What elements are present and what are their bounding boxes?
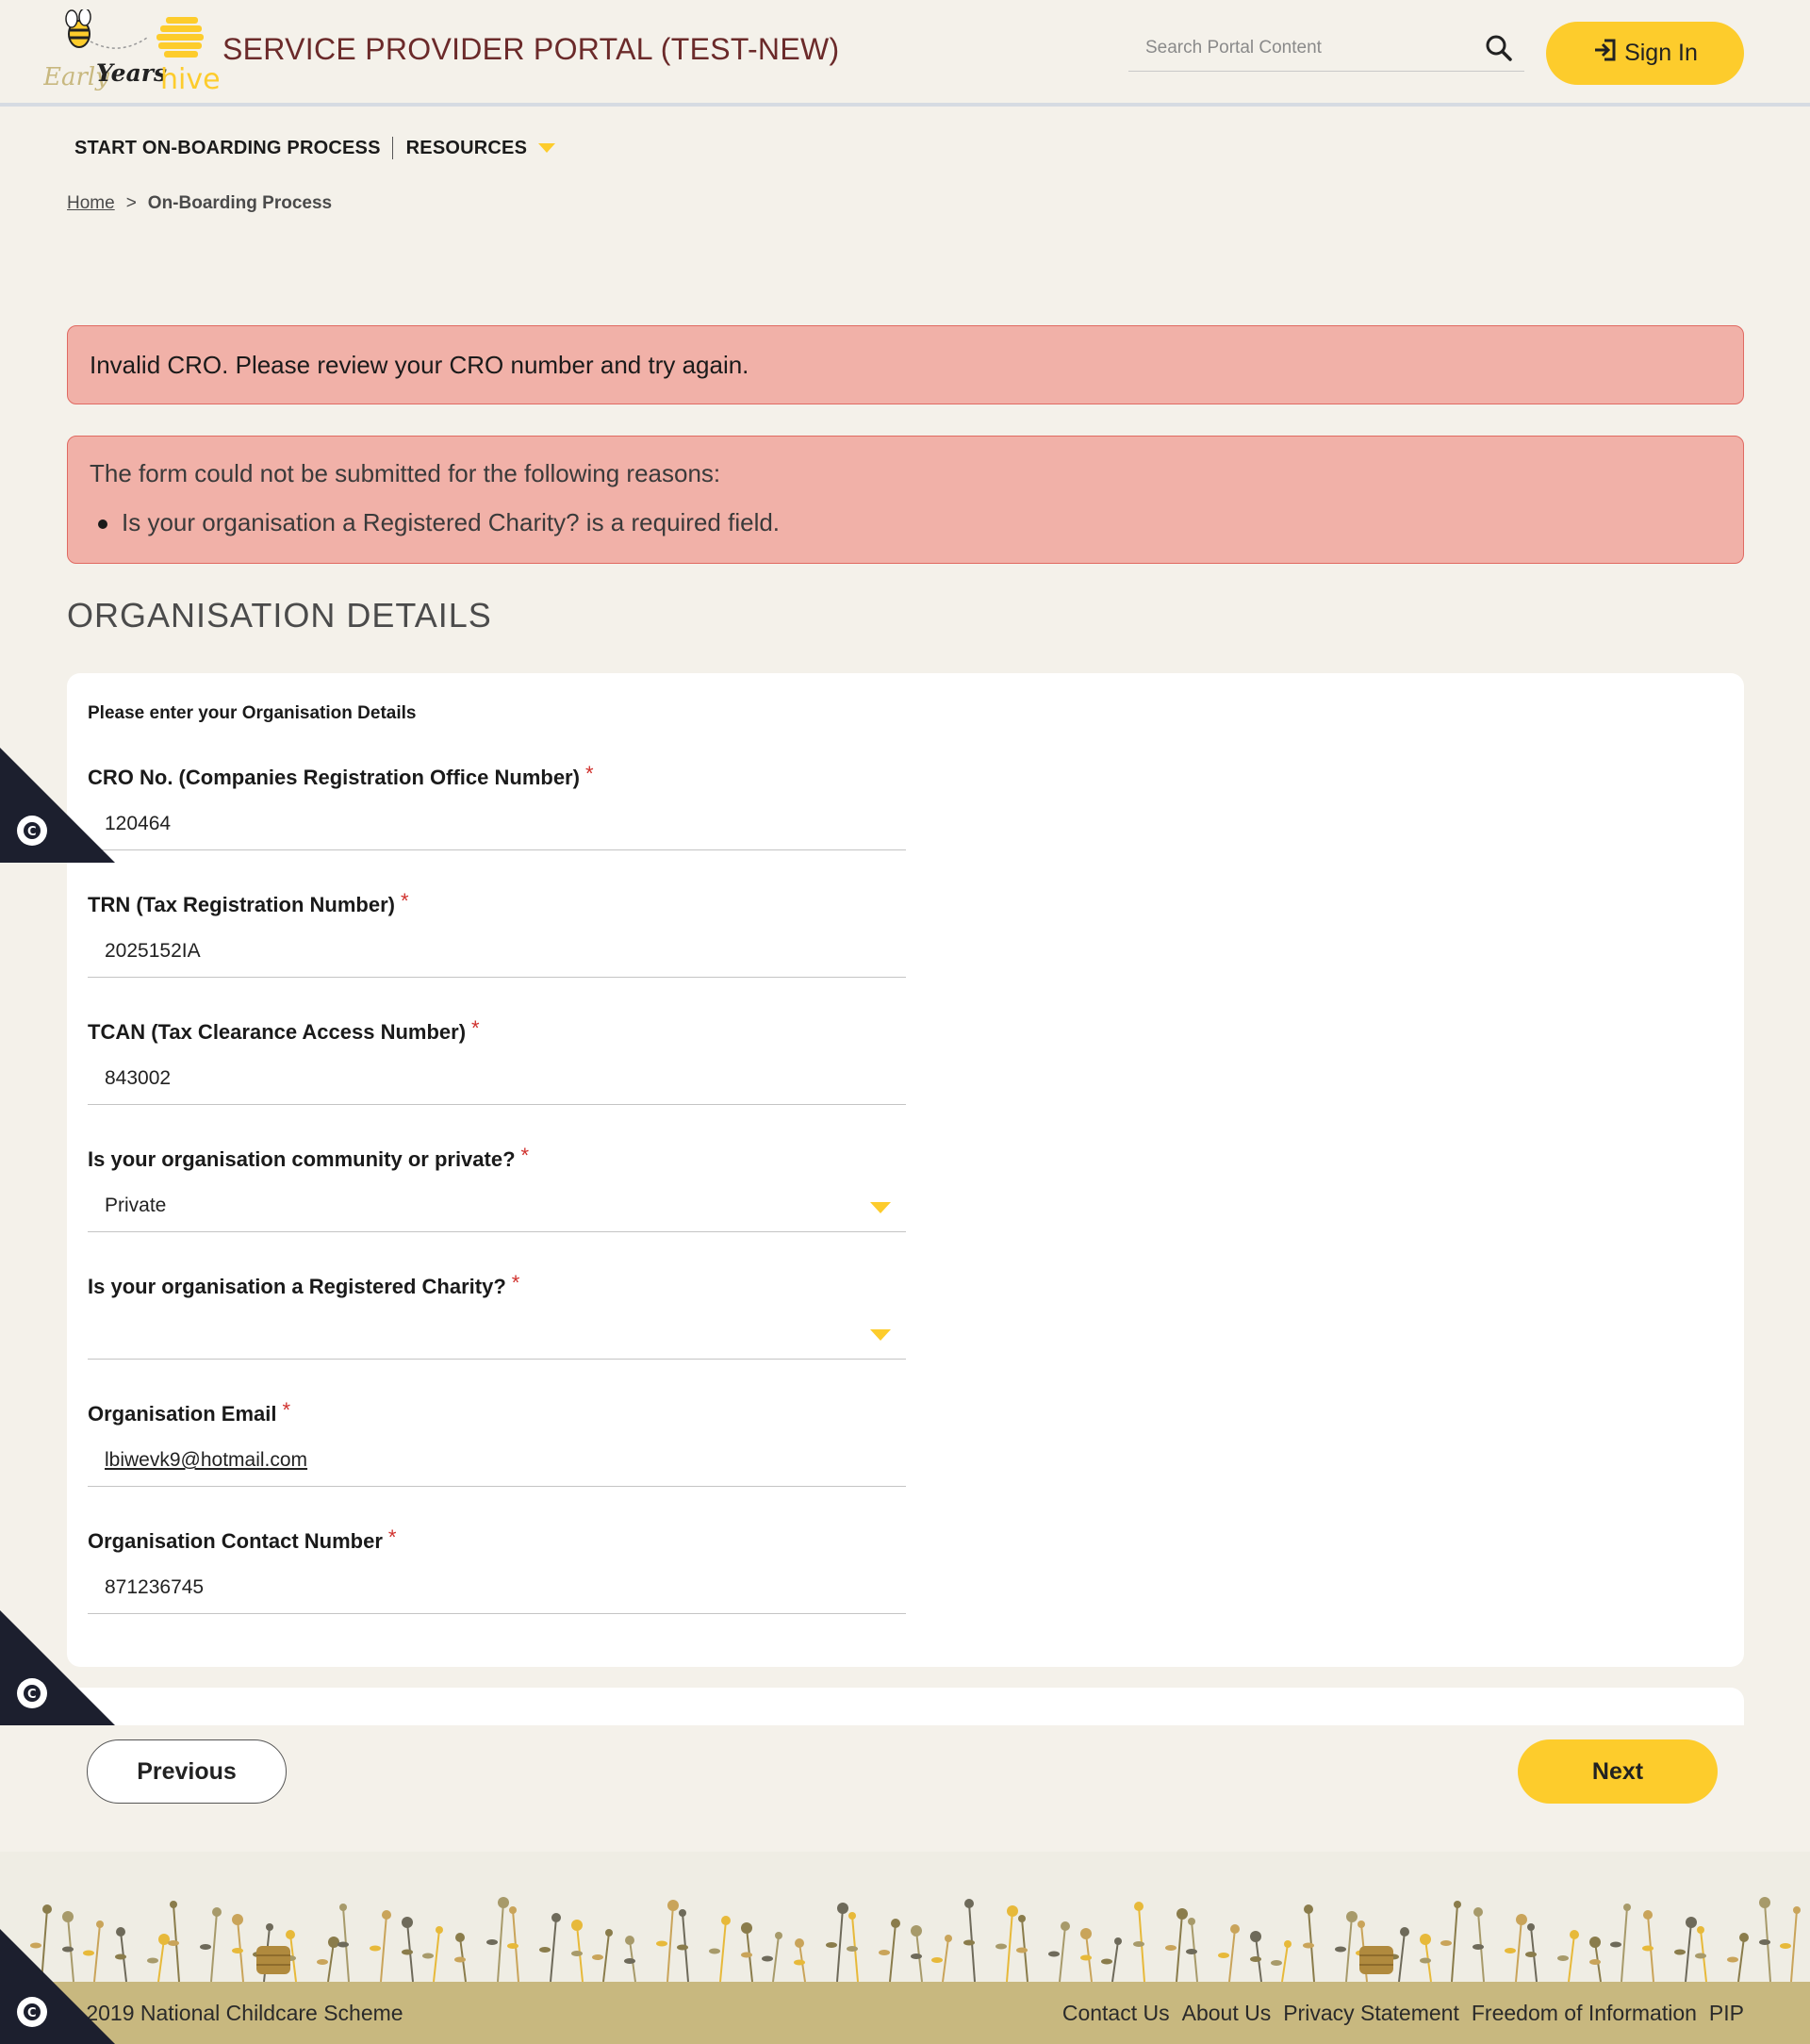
cro-error-alert: Invalid CRO. Please review your CRO numb… (67, 325, 1744, 404)
next-button[interactable]: Next (1518, 1739, 1718, 1804)
cro-label: CRO No. (Companies Registration Office N… (88, 766, 580, 789)
registered-charity-field: Is your organisation a Registered Charit… (88, 1271, 906, 1360)
form-errors-list: Is your organisation a Registered Charit… (97, 508, 780, 537)
form-navigation-bar: Previous Next (0, 1725, 1810, 1852)
sign-in-icon (1592, 37, 1619, 70)
portal-title: SERVICE PROVIDER PORTAL (TEST-NEW) (222, 32, 840, 66)
contact-number-value: 871236745 (105, 1576, 205, 1598)
svg-text:C: C (27, 825, 37, 839)
breadcrumb-home-link[interactable]: Home (67, 193, 115, 214)
confirmation-card (67, 1688, 1744, 1725)
email-input[interactable]: lbiwevk9@hotmail.com (88, 1436, 906, 1487)
required-marker: * (520, 1144, 530, 1167)
breadcrumb-separator: > (125, 193, 137, 213)
footer-link-about-us[interactable]: About Us (1182, 2001, 1272, 2026)
required-marker: * (511, 1271, 520, 1294)
footer-flower-decoration (0, 1852, 1810, 1982)
contact-number-input[interactable]: 871236745 (88, 1563, 906, 1614)
form-errors-alert: The form could not be submitted for the … (67, 436, 1744, 564)
main-nav: START ON-BOARDING PROCESS RESOURCES (74, 134, 556, 162)
footer-link-privacy-statement[interactable]: Privacy Statement (1283, 2001, 1459, 2026)
tcan-field: TCAN (Tax Clearance Access Number) * 8430… (88, 1016, 906, 1105)
svg-text:C: C (27, 1688, 37, 1702)
footer-links: Contact Us About Us Privacy Statement Fr… (1062, 2001, 1744, 2026)
nav-item-resources[interactable]: RESOURCES (406, 138, 528, 159)
community-private-field: Is your organisation community or privat… (88, 1144, 906, 1232)
site-header: Early Years hive SERVICE PROVIDER PORTAL… (0, 0, 1810, 107)
cookie-settings-tab[interactable]: C (0, 1929, 115, 2044)
footer-link-contact-us[interactable]: Contact Us (1062, 2001, 1170, 2026)
nav-item-onboarding[interactable]: START ON-BOARDING PROCESS (74, 138, 381, 159)
trn-input[interactable]: 2025152IA (88, 927, 906, 978)
chevron-down-icon[interactable] (538, 143, 556, 153)
required-marker: * (584, 762, 594, 785)
chevron-down-icon (870, 1202, 891, 1213)
trn-field: TRN (Tax Registration Number) * 2025152IA (88, 889, 906, 978)
nav-divider (391, 137, 393, 159)
contact-number-field: Organisation Contact Number * 871236745 (88, 1525, 906, 1614)
form-errors-title: The form could not be submitted for the … (90, 459, 721, 487)
breadcrumb: Home > On-Boarding Process (67, 193, 332, 214)
previous-button[interactable]: Previous (87, 1739, 287, 1804)
organisation-details-card: Please enter your Organisation Details C… (67, 673, 1744, 1667)
registered-charity-select[interactable] (88, 1309, 906, 1360)
search-box (1128, 26, 1524, 72)
trn-value: 2025152IA (105, 940, 201, 962)
footer-link-freedom-of-information[interactable]: Freedom of Information (1472, 2001, 1697, 2026)
card-intro: Please enter your Organisation Details (88, 703, 417, 723)
community-private-select[interactable]: Private (88, 1181, 906, 1232)
email-label: Organisation Email (88, 1402, 277, 1426)
required-marker: * (400, 889, 409, 913)
search-icon[interactable] (1485, 34, 1513, 62)
svg-text:hive: hive (160, 63, 221, 96)
registered-charity-label: Is your organisation a Registered Charit… (88, 1275, 506, 1298)
breadcrumb-current: On-Boarding Process (147, 193, 333, 213)
cookie-settings-tab[interactable]: C (0, 748, 115, 863)
required-marker: * (387, 1525, 397, 1549)
footer-link-pip[interactable]: PIP (1709, 2001, 1744, 2026)
tcan-input[interactable]: 843002 (88, 1054, 906, 1105)
early-years-hive-logo[interactable]: Early Years hive (42, 8, 222, 96)
trn-label: TRN (Tax Registration Number) (88, 893, 395, 916)
sign-in-label: Sign In (1624, 40, 1698, 66)
required-marker: * (471, 1016, 480, 1040)
email-value[interactable]: lbiwevk9@hotmail.com (105, 1449, 307, 1472)
tcan-label: TCAN (Tax Clearance Access Number) (88, 1020, 467, 1044)
cookie-settings-tab[interactable]: C (0, 1610, 115, 1725)
cro-error-text: Invalid CRO. Please review your CRO numb… (90, 351, 749, 379)
svg-text:C: C (27, 2006, 37, 2020)
community-private-label: Is your organisation community or privat… (88, 1147, 516, 1171)
chevron-down-icon (870, 1329, 891, 1341)
contact-number-label: Organisation Contact Number (88, 1529, 383, 1553)
cro-field: CRO No. (Companies Registration Office N… (88, 762, 906, 850)
required-marker: * (282, 1398, 291, 1422)
community-private-value: Private (105, 1195, 167, 1216)
tcan-value: 843002 (105, 1067, 172, 1089)
footer-bar: © 2019 National Childcare Scheme Contact… (0, 1982, 1810, 2044)
email-field: Organisation Email * lbiwevk9@hotmail.com (88, 1398, 906, 1487)
sign-in-button[interactable]: Sign In (1546, 22, 1744, 85)
form-error-item[interactable]: Is your organisation a Registered Charit… (97, 508, 780, 537)
cro-input[interactable]: 120464 (88, 799, 906, 850)
section-title: ORGANISATION DETAILS (67, 596, 492, 635)
search-input[interactable] (1128, 26, 1477, 70)
svg-text:Years: Years (96, 59, 167, 87)
